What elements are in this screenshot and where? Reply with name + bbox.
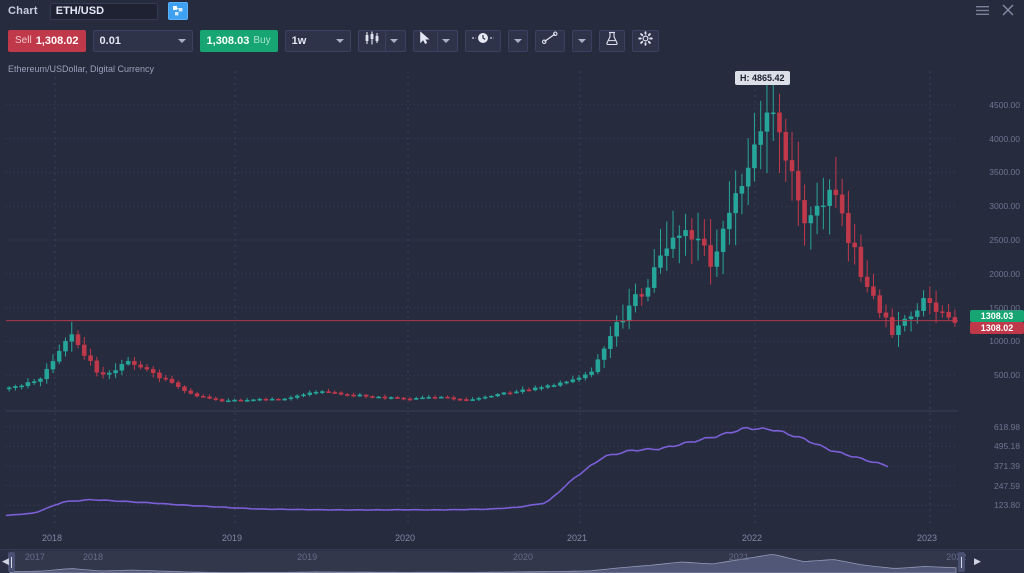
navigator-year-label: 2020 <box>512 552 533 562</box>
indicator-axis-tick: 371.39 <box>994 461 1020 471</box>
price-axis-tick: 2000.00 <box>989 268 1020 279</box>
navigator-year-label: 2017 <box>24 552 45 562</box>
indicator-axis-tick: 247.59 <box>994 480 1020 491</box>
price-axis-tick: 1000.00 <box>989 336 1020 347</box>
gear-icon <box>637 30 653 51</box>
chart-type-caret[interactable] <box>384 29 403 52</box>
drawing-tool-caret[interactable] <box>571 29 592 52</box>
indicator-axis-tick: 495.18 <box>994 441 1020 452</box>
navigator-year-label: 2021 <box>728 552 749 562</box>
ask-price-badge: 1308.02 <box>970 321 1024 334</box>
sell-button[interactable]: Sell 1,308.02 <box>8 29 86 52</box>
indicator-axis-tick: 618.98 <box>994 421 1020 432</box>
drawing-tool-button[interactable] <box>534 29 565 52</box>
navigator-bar[interactable]: 2017 2018 2019 2020 2021 2022 ◀ ▶ <box>0 549 1024 573</box>
symbol-compare-icon[interactable] <box>167 2 188 20</box>
play-forward-icon[interactable]: ▶ <box>974 556 981 567</box>
price-axis-tick: 4000.00 <box>989 133 1020 144</box>
clock-icon <box>471 31 495 50</box>
buy-price: 1,308.03 <box>206 34 250 47</box>
timeframe-value: 1w <box>291 34 307 47</box>
time-axis-tick: 2022 <box>742 533 763 543</box>
sell-price: 1,308.02 <box>35 34 79 47</box>
time-axis-tick: 2023 <box>917 533 938 543</box>
chart-canvas[interactable] <box>0 59 1024 530</box>
chart-legend: Ethereum/USDollar, Digital Currency <box>8 64 155 74</box>
time-axis[interactable]: 2018 2019 2020 2021 2022 2023 <box>0 530 1024 550</box>
high-marker-label: H: 4865.42 <box>735 71 790 86</box>
price-axis-tick: 1500.00 <box>989 302 1020 313</box>
chevron-down-icon <box>177 38 186 43</box>
candlestick-icon <box>364 31 380 50</box>
navigator-left-arrow-icon[interactable]: ◀ <box>2 556 9 567</box>
hamburger-menu-icon[interactable] <box>974 2 990 18</box>
flask-icon <box>605 31 619 51</box>
trend-line-icon <box>541 31 559 50</box>
trading-toolbar: Sell 1,308.02 0.01 1,308.03 Buy 1w <box>0 22 1024 59</box>
sell-label: Sell <box>15 35 32 46</box>
quantity-dropdown[interactable]: 0.01 <box>92 29 193 52</box>
price-axis-tick: 500.00 <box>994 370 1020 381</box>
quantity-value: 0.01 <box>99 34 121 47</box>
time-axis-tick: 2018 <box>42 533 63 543</box>
settings-button[interactable] <box>631 29 659 52</box>
close-icon[interactable] <box>1000 2 1016 18</box>
navigator-left-handle[interactable] <box>8 552 15 572</box>
indicator-axis-tick: 123.80 <box>994 500 1020 511</box>
price-axis-tick: 2500.00 <box>989 235 1020 245</box>
navigator-year-label: 2018 <box>83 552 104 562</box>
title-bar: Chart <box>0 0 1024 22</box>
indicators-button[interactable] <box>598 29 625 52</box>
buy-label: Buy <box>253 35 271 46</box>
time-axis-tick: 2019 <box>222 533 243 543</box>
cursor-tool-button[interactable] <box>412 29 458 52</box>
cursor-tool-caret[interactable] <box>436 29 455 52</box>
chevron-down-icon <box>577 38 586 43</box>
chevron-down-icon <box>390 38 399 43</box>
chart-area[interactable]: Ethereum/USDollar, Digital Currency H: 4… <box>0 59 1024 530</box>
chevron-down-icon <box>513 38 522 43</box>
chart-type-button[interactable] <box>357 29 406 52</box>
window-buttons <box>974 2 1016 18</box>
timeframe-dropdown[interactable]: 1w <box>284 29 351 52</box>
time-tool-button[interactable] <box>464 29 501 52</box>
time-tool-caret[interactable] <box>507 29 528 52</box>
window-title: Chart <box>8 5 38 17</box>
chevron-down-icon <box>442 38 451 43</box>
price-axis-tick: 4500.00 <box>989 99 1020 110</box>
trading-chart-window: Chart ETH/USD Sell 1,308.02 0.01 1,308.0… <box>0 0 1024 573</box>
navigator-year-label: 2019 <box>297 552 318 562</box>
buy-button[interactable]: 1,308.03 Buy <box>199 29 278 52</box>
price-axis-tick: 3500.00 <box>989 167 1020 178</box>
navigator-right-handle[interactable] <box>958 552 965 572</box>
arrow-cursor-icon <box>419 31 432 50</box>
time-axis-tick: 2021 <box>567 533 588 543</box>
price-axis-tick: 3000.00 <box>989 201 1020 212</box>
symbol-input[interactable] <box>49 2 158 20</box>
chevron-down-icon <box>335 38 344 43</box>
time-axis-tick: 2020 <box>395 533 416 543</box>
